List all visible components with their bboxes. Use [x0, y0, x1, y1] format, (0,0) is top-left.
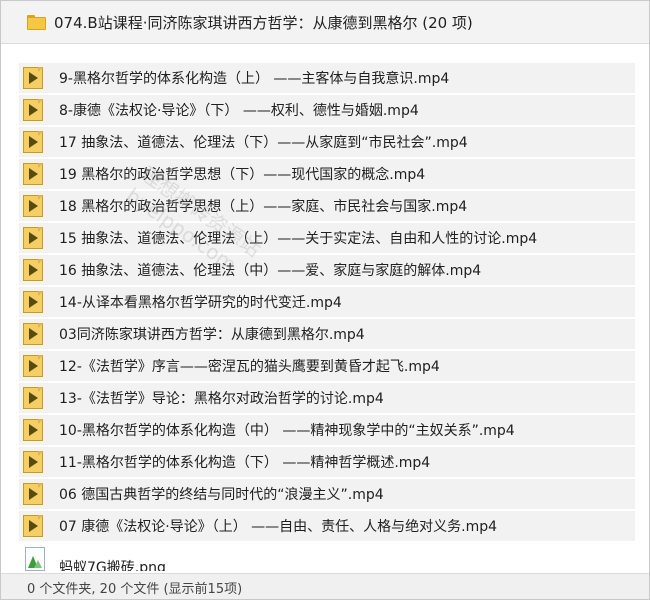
- video-file-icon: [23, 67, 45, 89]
- file-name: 蚂蚁7G搬砖.png: [59, 560, 166, 571]
- file-name: 19 黑格尔的政治哲学思想（下）——现代国家的概念.mp4: [59, 167, 426, 183]
- file-name: 06 德国古典哲学的终结与同时代的“浪漫主义”.mp4: [59, 487, 384, 503]
- file-row[interactable]: 8-康德《法权论·导论》（下） ——权利、德性与婚姻.mp4: [19, 95, 635, 125]
- video-file-icon: [23, 483, 45, 505]
- image-file-icon: [25, 547, 45, 571]
- file-row[interactable]: 18 黑格尔的政治哲学思想（上）——家庭、市民社会与国家.mp4: [19, 191, 635, 221]
- file-row[interactable]: 06 德国古典哲学的终结与同时代的“浪漫主义”.mp4: [19, 479, 635, 509]
- file-name: 8-康德《法权论·导论》（下） ——权利、德性与婚姻.mp4: [59, 103, 419, 119]
- video-file-icon: [23, 99, 45, 121]
- video-file-icon: [23, 131, 45, 153]
- file-name: 15 抽象法、道德法、伦理法（上）——关于实定法、自由和人性的讨论.mp4: [59, 231, 538, 247]
- video-file-icon: [23, 419, 45, 441]
- video-file-icon: [23, 163, 45, 185]
- video-file-icon: [23, 227, 45, 249]
- video-file-icon: [23, 355, 45, 377]
- video-file-icon: [23, 259, 45, 281]
- status-bar: 0 个文件夹, 20 个文件 (显示前15项): [1, 573, 649, 599]
- folder-title: 074.B站课程·同济陈家琪讲西方哲学：从康德到黑格尔 (20 项): [54, 13, 473, 32]
- file-row[interactable]: 17 抽象法、道德法、伦理法（下）——从家庭到“市民社会”.mp4: [19, 127, 635, 157]
- file-row[interactable]: 12-《法哲学》序言——密涅瓦的猫头鹰要到黄昏才起飞.mp4: [19, 351, 635, 381]
- file-row[interactable]: 9-黑格尔哲学的体系化构造（上） ——主客体与自我意识.mp4: [19, 63, 635, 93]
- file-name: 13-《法哲学》导论：黑格尔对政治哲学的讨论.mp4: [59, 391, 384, 407]
- video-file-icon: [23, 195, 45, 217]
- file-row-partial[interactable]: 蚂蚁7G搬砖.png: [19, 547, 635, 571]
- file-name: 11-黑格尔哲学的体系化构造（下） ——精神哲学概述.mp4: [59, 455, 431, 471]
- video-file-icon: [23, 387, 45, 409]
- video-file-icon: [23, 515, 45, 537]
- video-file-icon: [23, 291, 45, 313]
- file-name: 10-黑格尔哲学的体系化构造（中） ——精神现象学中的“主奴关系”.mp4: [59, 423, 515, 439]
- file-list-window: 074.B站课程·同济陈家琪讲西方哲学：从康德到黑格尔 (20 项) 9-黑格尔…: [0, 0, 650, 600]
- file-row[interactable]: 11-黑格尔哲学的体系化构造（下） ——精神哲学概述.mp4: [19, 447, 635, 477]
- file-name: 03同济陈家琪讲西方哲学：从康德到黑格尔.mp4: [59, 327, 365, 343]
- file-name: 16 抽象法、道德法、伦理法（中）——爱、家庭与家庭的解体.mp4: [59, 263, 482, 279]
- file-name: 9-黑格尔哲学的体系化构造（上） ——主客体与自我意识.mp4: [59, 71, 450, 87]
- folder-header: 074.B站课程·同济陈家琪讲西方哲学：从康德到黑格尔 (20 项): [1, 1, 649, 44]
- file-list: 9-黑格尔哲学的体系化构造（上） ——主客体与自我意识.mp4 8-康德《法权论…: [19, 63, 635, 543]
- file-row[interactable]: 07 康德《法权论·导论》（上） ——自由、责任、人格与绝对义务.mp4: [19, 511, 635, 541]
- file-row[interactable]: 10-黑格尔哲学的体系化构造（中） ——精神现象学中的“主奴关系”.mp4: [19, 415, 635, 445]
- file-name: 14-从译本看黑格尔哲学研究的时代变迁.mp4: [59, 295, 342, 311]
- file-row[interactable]: 13-《法哲学》导论：黑格尔对政治哲学的讨论.mp4: [19, 383, 635, 413]
- file-name: 18 黑格尔的政治哲学思想（上）——家庭、市民社会与国家.mp4: [59, 199, 468, 215]
- file-name: 12-《法哲学》序言——密涅瓦的猫头鹰要到黄昏才起飞.mp4: [59, 359, 440, 375]
- file-name: 07 康德《法权论·导论》（上） ——自由、责任、人格与绝对义务.mp4: [59, 519, 498, 535]
- file-name: 17 抽象法、道德法、伦理法（下）——从家庭到“市民社会”.mp4: [59, 135, 468, 151]
- video-file-icon: [23, 323, 45, 345]
- file-row[interactable]: 19 黑格尔的政治哲学思想（下）——现代国家的概念.mp4: [19, 159, 635, 189]
- folder-icon: [27, 14, 46, 30]
- video-file-icon: [23, 451, 45, 473]
- file-row[interactable]: 03同济陈家琪讲西方哲学：从康德到黑格尔.mp4: [19, 319, 635, 349]
- file-row[interactable]: 16 抽象法、道德法、伦理法（中）——爱、家庭与家庭的解体.mp4: [19, 255, 635, 285]
- file-row[interactable]: 14-从译本看黑格尔哲学研究的时代变迁.mp4: [19, 287, 635, 317]
- status-text: 0 个文件夹, 20 个文件 (显示前15项): [27, 581, 243, 597]
- file-row[interactable]: 15 抽象法、道德法、伦理法（上）——关于实定法、自由和人性的讨论.mp4: [19, 223, 635, 253]
